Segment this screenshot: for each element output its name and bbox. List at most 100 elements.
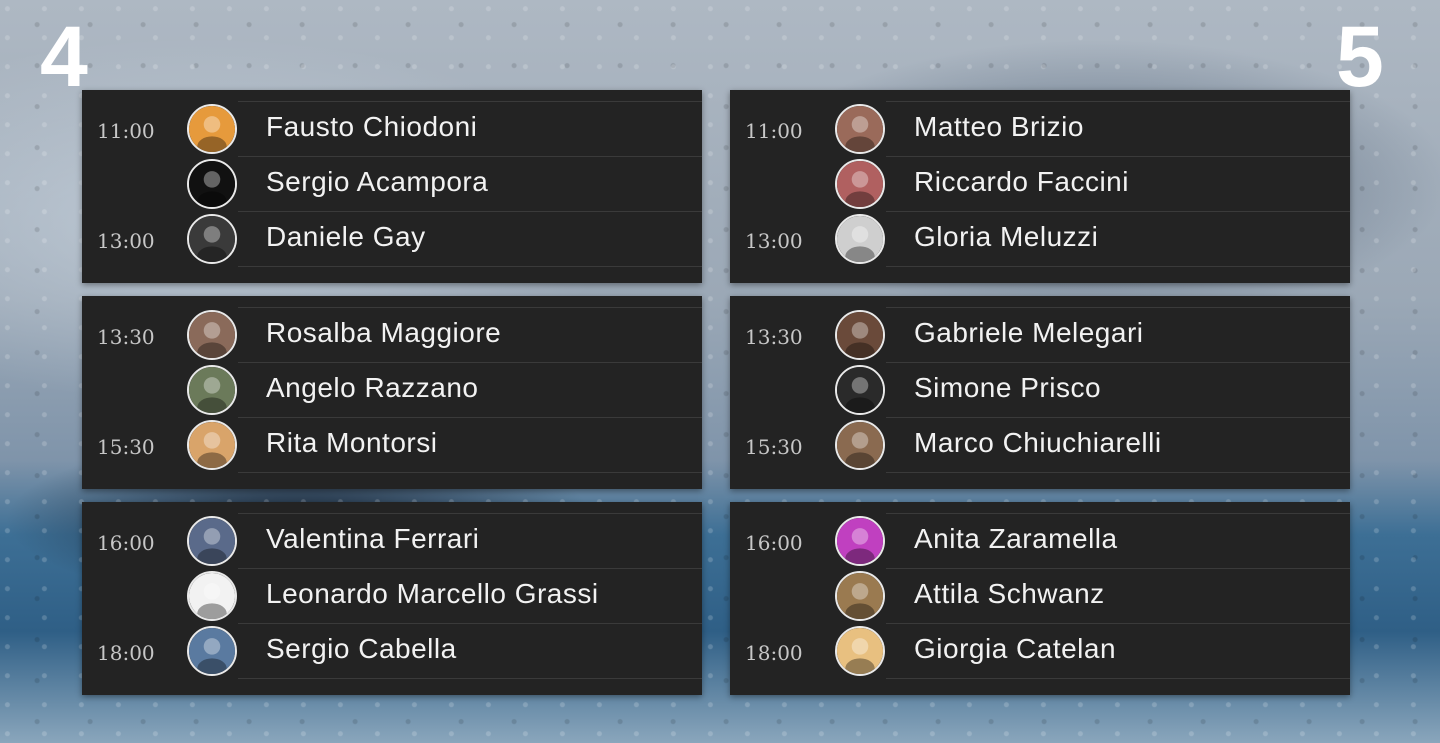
speaker-name[interactable]: Matteo Brizio [914,111,1084,143]
avatar-image [837,367,883,413]
speaker-row[interactable]: 13:00 Daniele Gay [82,211,702,266]
day-number-5: 5 [1336,9,1384,105]
avatar[interactable] [835,420,885,470]
row-divider [238,513,702,514]
avatar-image [837,628,883,674]
time-label: 16:00 [97,531,155,555]
speaker-row[interactable]: 15:30 Rita Montorsi [82,417,702,472]
speaker-row[interactable]: Riccardo Faccini [730,156,1350,211]
speaker-name[interactable]: Sergio Acampora [266,166,488,198]
speaker-row[interactable]: 16:00 Anita Zaramella [730,513,1350,568]
avatar[interactable] [835,571,885,621]
avatar[interactable] [835,214,885,264]
schedule-column-day-5: 11:00 Matteo Brizio Riccardo Faccini 13:00 G… [730,90,1350,708]
speaker-name[interactable]: Leonardo Marcello Grassi [266,578,599,610]
row-divider [886,472,1350,473]
speaker-name[interactable]: Fausto Chiodoni [266,111,477,143]
speaker-row[interactable]: Leonardo Marcello Grassi [82,568,702,623]
avatar[interactable] [835,626,885,676]
row-divider [238,307,702,308]
speaker-row[interactable]: Angelo Razzano [82,362,702,417]
row-divider [238,156,702,157]
avatar[interactable] [187,626,237,676]
speaker-name[interactable]: Valentina Ferrari [266,523,479,555]
speaker-row[interactable]: 13:30 Gabriele Melegari [730,307,1350,362]
row-divider [886,623,1350,624]
time-label: 15:30 [97,435,155,459]
speaker-row[interactable]: 16:00 Valentina Ferrari [82,513,702,568]
speaker-name[interactable]: Simone Prisco [914,372,1101,404]
avatar-image [837,216,883,262]
speaker-name[interactable]: Attila Schwanz [914,578,1105,610]
avatar[interactable] [187,365,237,415]
time-label: 15:30 [745,435,803,459]
row-divider [886,101,1350,102]
avatar[interactable] [187,571,237,621]
speaker-name[interactable]: Anita Zaramella [914,523,1118,555]
avatar[interactable] [187,214,237,264]
avatar-image [189,518,235,564]
speaker-name[interactable]: Marco Chiuchiarelli [914,427,1162,459]
avatar[interactable] [835,516,885,566]
speaker-row[interactable]: 13:00 Gloria Meluzzi [730,211,1350,266]
time-label: 13:00 [745,229,803,253]
row-divider [886,362,1350,363]
avatar[interactable] [835,104,885,154]
avatar[interactable] [187,104,237,154]
speaker-row[interactable]: 18:00 Giorgia Catelan [730,623,1350,678]
avatar-image [189,216,235,262]
speaker-name[interactable]: Gloria Meluzzi [914,221,1098,253]
speaker-row[interactable]: 11:00 Fausto Chiodoni [82,101,702,156]
time-label: 11:00 [97,119,155,143]
avatar[interactable] [187,420,237,470]
time-label: 13:30 [97,325,155,349]
speaker-row[interactable]: 18:00 Sergio Cabella [82,623,702,678]
time-label: 13:00 [97,229,155,253]
row-divider [886,513,1350,514]
speaker-name[interactable]: Gabriele Melegari [914,317,1144,349]
avatar-image [189,312,235,358]
speaker-name[interactable]: Angelo Razzano [266,372,478,404]
avatar[interactable] [187,159,237,209]
avatar-image [837,422,883,468]
speaker-name[interactable]: Daniele Gay [266,221,426,253]
avatar[interactable] [835,310,885,360]
speaker-name[interactable]: Giorgia Catelan [914,633,1116,665]
avatar-image [837,312,883,358]
speaker-name[interactable]: Rita Montorsi [266,427,437,459]
time-label: 18:00 [745,641,803,665]
avatar[interactable] [835,159,885,209]
row-divider [238,417,702,418]
time-label: 13:30 [745,325,803,349]
row-divider [238,623,702,624]
row-divider [886,568,1350,569]
schedule-block: 11:00 Matteo Brizio Riccardo Faccini 13:00 G… [730,90,1350,283]
time-label: 16:00 [745,531,803,555]
row-divider [886,156,1350,157]
time-label: 18:00 [97,641,155,665]
speaker-name[interactable]: Rosalba Maggiore [266,317,501,349]
speaker-row[interactable]: Sergio Acampora [82,156,702,211]
row-divider [886,417,1350,418]
avatar-image [837,106,883,152]
speaker-row[interactable]: 11:00 Matteo Brizio [730,101,1350,156]
row-divider [238,266,702,267]
avatar-image [189,106,235,152]
row-divider [238,101,702,102]
speaker-row[interactable]: 15:30 Marco Chiuchiarelli [730,417,1350,472]
schedule-column-day-4: 11:00 Fausto Chiodoni Sergio Acampora 13:00… [82,90,702,708]
speaker-name[interactable]: Sergio Cabella [266,633,457,665]
avatar[interactable] [187,310,237,360]
avatar-image [189,161,235,207]
row-divider [238,472,702,473]
speaker-row[interactable]: Attila Schwanz [730,568,1350,623]
speaker-row[interactable]: 13:30 Rosalba Maggiore [82,307,702,362]
schedule-block: 13:30 Gabriele Melegari Simone Prisco 15:30… [730,296,1350,489]
time-label: 11:00 [745,119,803,143]
row-divider [886,266,1350,267]
avatar[interactable] [187,516,237,566]
speaker-row[interactable]: Simone Prisco [730,362,1350,417]
avatar[interactable] [835,365,885,415]
speaker-name[interactable]: Riccardo Faccini [914,166,1129,198]
schedule-block: 13:30 Rosalba Maggiore Angelo Razzano 15:30… [82,296,702,489]
